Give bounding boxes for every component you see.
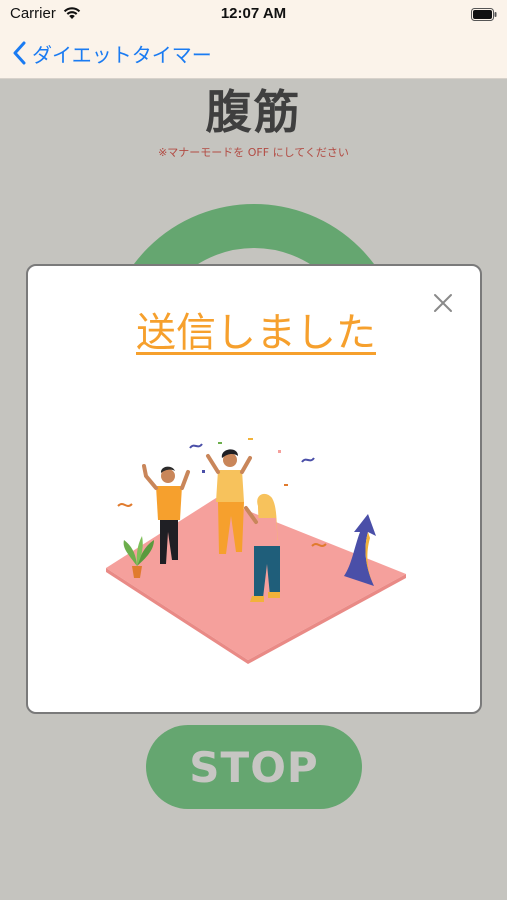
sent-dialog: 送信しました bbox=[26, 264, 482, 714]
manner-mode-notice: ※マナーモードを OFF にしてください bbox=[158, 146, 349, 159]
battery-icon bbox=[471, 8, 497, 21]
celebration-illustration bbox=[106, 438, 406, 664]
stop-button[interactable]: STOP bbox=[146, 725, 362, 809]
navigation-bar: ダイエットタイマー bbox=[0, 28, 507, 79]
clock: 12:07 AM bbox=[220, 5, 287, 22]
dialog-title: 送信しました bbox=[136, 310, 376, 356]
exercise-title: 腹筋 bbox=[205, 85, 302, 139]
back-chevron-icon bbox=[13, 41, 26, 65]
back-button-label: ダイエットタイマー bbox=[32, 42, 212, 67]
back-button[interactable]: ダイエットタイマー bbox=[12, 38, 212, 68]
status-bar: Carrier 12:07 AM bbox=[0, 0, 507, 28]
